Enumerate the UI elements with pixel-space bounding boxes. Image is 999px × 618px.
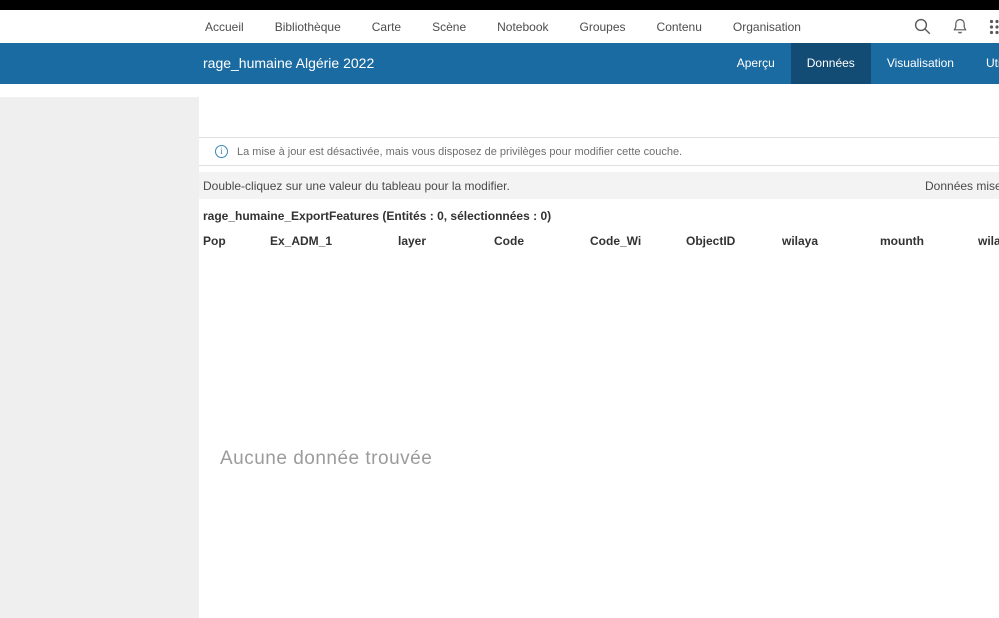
top-navbar: Accueil Bibliothèque Carte Scène Noteboo…	[0, 10, 999, 43]
column-header-wilaya-2[interactable]: wilaya	[978, 234, 999, 248]
tab-visualisation[interactable]: Visualisation	[871, 43, 970, 84]
banner-text: La mise à jour est désactivée, mais vous…	[237, 145, 683, 158]
column-header-ex-adm-1[interactable]: Ex_ADM_1	[270, 234, 332, 248]
table-header-row: Pop Ex_ADM_1 layer Code Code_Wi ObjectID…	[199, 234, 999, 252]
info-icon: i	[215, 145, 228, 158]
search-icon[interactable]	[914, 18, 931, 35]
data-updated-label[interactable]: Données mises	[925, 179, 999, 193]
edit-hint-text: Double-cliquez sur une valeur du tableau…	[203, 179, 510, 193]
nav-item-bibliotheque[interactable]: Bibliothèque	[275, 20, 341, 34]
update-disabled-banner: i La mise à jour est désactivée, mais vo…	[199, 137, 999, 166]
tab-apercu[interactable]: Aperçu	[721, 43, 791, 84]
column-header-objectid[interactable]: ObjectID	[686, 234, 735, 248]
system-bar	[0, 0, 999, 10]
column-header-layer[interactable]: layer	[398, 234, 426, 248]
table-toolbar: Double-cliquez sur une valeur du tableau…	[199, 172, 999, 199]
nav-item-contenu[interactable]: Contenu	[657, 20, 702, 34]
column-header-mounth[interactable]: mounth	[880, 234, 924, 248]
nav-item-carte[interactable]: Carte	[372, 20, 401, 34]
nav-item-groupes[interactable]: Groupes	[580, 20, 626, 34]
column-header-pop[interactable]: Pop	[203, 234, 226, 248]
item-tabs: Aperçu Données Visualisation Utilisation	[721, 43, 999, 84]
column-header-wilaya[interactable]: wilaya	[782, 234, 818, 248]
tab-utilisation[interactable]: Utilisation	[970, 43, 999, 84]
nav-item-organisation[interactable]: Organisation	[733, 20, 801, 34]
nav-icons	[914, 10, 999, 43]
nav-item-scene[interactable]: Scène	[432, 20, 466, 34]
app-launcher-icon[interactable]	[988, 18, 999, 35]
item-title: rage_humaine Algérie 2022	[203, 55, 375, 71]
item-header: rage_humaine Algérie 2022 Aperçu Données…	[0, 43, 999, 84]
empty-state-message: Aucune donnée trouvée	[220, 448, 433, 469]
column-header-code-wi[interactable]: Code_Wi	[590, 234, 641, 248]
nav-items: Accueil Bibliothèque Carte Scène Noteboo…	[205, 10, 801, 43]
fields-sidebar	[0, 97, 199, 618]
nav-item-accueil[interactable]: Accueil	[205, 20, 244, 34]
notifications-bell-icon[interactable]	[951, 18, 968, 35]
nav-item-notebook[interactable]: Notebook	[497, 20, 548, 34]
column-header-code[interactable]: Code	[494, 234, 524, 248]
tab-donnees[interactable]: Données	[790, 43, 871, 84]
table-title: rage_humaine_ExportFeatures (Entités : 0…	[203, 209, 552, 223]
